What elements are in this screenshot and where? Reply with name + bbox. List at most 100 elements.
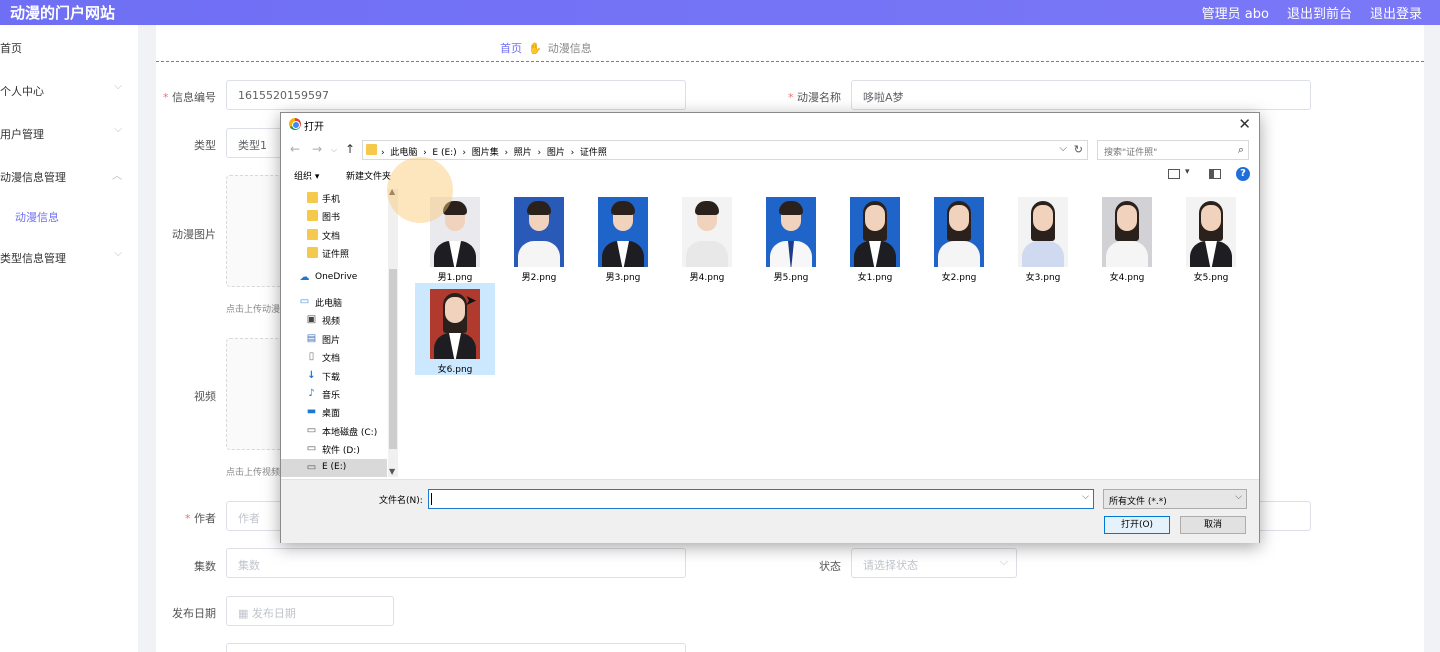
file-item[interactable]: 男3.png: [583, 191, 663, 283]
sidebar-item-anime-management[interactable]: 动漫信息管理 ︿: [0, 165, 138, 187]
episodes-input[interactable]: 集数: [226, 548, 686, 578]
hand-icon: ✋: [528, 41, 542, 55]
back-arrow-icon[interactable]: ←: [290, 142, 300, 156]
view-icon[interactable]: [1168, 169, 1180, 179]
address-bar[interactable]: › 此电脑 › E (E:) › 图片集 › 照片 › 图片 › 证件照 ⌵ ↻: [362, 140, 1088, 160]
scroll-down-icon[interactable]: ▼: [389, 467, 395, 476]
navigation-pane: 手机 图书 文档 证件照 ☁ OneDrive ▭ 此电脑 ▣ 视频 ▤ 图片: [281, 187, 399, 479]
new-folder-button[interactable]: 新建文件夹: [346, 169, 391, 182]
chrome-icon: [289, 118, 301, 130]
nav-item-this-pc[interactable]: ▭ 此电脑: [281, 293, 387, 311]
organize-menu[interactable]: 组织 ▾: [294, 169, 319, 182]
file-item[interactable]: 男4.png: [667, 191, 747, 283]
drive-icon: ▭: [306, 443, 317, 454]
file-item[interactable]: 女1.png: [835, 191, 915, 283]
logout-link[interactable]: 退出登录: [1370, 3, 1422, 22]
admin-user-link[interactable]: 管理员 abo: [1202, 3, 1269, 22]
sidebar-item-personal-center[interactable]: 个人中心 ⌵: [0, 79, 138, 101]
chevron-down-icon: ⌵: [1235, 492, 1242, 502]
open-button[interactable]: 打开(O): [1104, 516, 1170, 534]
cancel-button[interactable]: 取消: [1180, 516, 1246, 534]
search-icon: ⌕: [1237, 143, 1244, 156]
video-icon: ▣: [306, 314, 317, 325]
chevron-down-icon[interactable]: ⌵: [1059, 143, 1067, 154]
folder-icon: [307, 210, 318, 221]
file-item[interactable]: 女4.png: [1087, 191, 1167, 283]
drive-icon: ▭: [306, 462, 317, 473]
file-item[interactable]: 女3.png: [1003, 191, 1083, 283]
chevron-down-icon[interactable]: ▾: [1185, 167, 1190, 177]
sidebar-item-type-management[interactable]: 类型信息管理 ⌵: [0, 246, 138, 268]
chevron-down-icon: ⌵: [114, 81, 122, 92]
filetype-select[interactable]: 所有文件 (*.*) ⌵: [1103, 489, 1247, 509]
chevron-down-icon[interactable]: ⌵: [1082, 492, 1089, 502]
close-icon[interactable]: ✕: [1238, 115, 1251, 133]
chevron-up-icon: ︿: [112, 171, 122, 182]
cloud-icon: ☁: [299, 272, 310, 283]
info-no-label: * 信息编号: [163, 91, 216, 104]
sidebar-item-label: 个人中心: [0, 85, 44, 98]
folder-icon: [366, 144, 377, 155]
file-list: 男1.png 男2.png 男3.png 男4.png 男5.png 女1.pn…: [387, 157, 1257, 479]
nav-item-drive-e[interactable]: ▭ E (E:): [281, 459, 387, 477]
image-thumbnail: [1186, 197, 1236, 267]
sidebar-item-label: 动漫信息管理: [0, 171, 66, 184]
sidebar-item-label: 动漫信息: [15, 211, 59, 224]
music-icon: ♪: [308, 388, 315, 399]
calendar-icon: ▦: [238, 607, 252, 620]
search-input[interactable]: 搜索"证件照" ⌕: [1097, 140, 1249, 160]
file-item[interactable]: 女2.png: [919, 191, 999, 283]
help-icon[interactable]: ?: [1236, 167, 1250, 181]
address-path: › 此电脑 › E (E:) › 图片集 › 照片 › 图片 › 证件照: [381, 148, 607, 158]
image-thumbnail: [682, 197, 732, 267]
right-field-input[interactable]: [1256, 501, 1311, 531]
preview-pane-icon[interactable]: [1209, 169, 1221, 179]
anime-name-input[interactable]: 哆啦A梦: [851, 80, 1311, 110]
next-field-input[interactable]: [226, 643, 686, 652]
breadcrumb-home[interactable]: 首页: [500, 40, 522, 56]
nav-item-desktop[interactable]: ▬ 桌面: [281, 403, 387, 421]
info-no-input[interactable]: 1615520159597: [226, 80, 686, 110]
file-item[interactable]: 女5.png: [1171, 191, 1251, 283]
computer-icon: ▭: [299, 296, 310, 307]
episodes-label: 集数: [194, 560, 216, 573]
nav-item-phone[interactable]: 手机: [281, 189, 387, 207]
recent-dropdown-icon[interactable]: ⌵: [331, 145, 337, 155]
nav-item-drive-c[interactable]: ▭ 本地磁盘 (C:): [281, 422, 387, 440]
drive-icon: ▭: [306, 425, 317, 436]
up-arrow-icon[interactable]: ↑: [345, 142, 355, 156]
nav-item-music[interactable]: ♪ 音乐: [281, 385, 387, 403]
breadcrumb: 首页 ✋ 动漫信息: [500, 40, 592, 56]
file-item[interactable]: 男2.png: [499, 191, 579, 283]
dialog-title: 打开: [304, 122, 324, 133]
exit-to-front-link[interactable]: 退出到前台: [1287, 3, 1352, 22]
file-item[interactable]: 男5.png: [751, 191, 831, 283]
nav-item-pictures[interactable]: ▤ 图片: [281, 330, 387, 348]
nav-item-documents[interactable]: ▯ 文档: [281, 348, 387, 366]
sidebar-item-label: 首页: [0, 42, 22, 55]
nav-scrollbar-thumb[interactable]: [389, 269, 397, 449]
status-select[interactable]: 请选择状态 ⌵: [851, 548, 1017, 578]
nav-item-drive-d[interactable]: ▭ 软件 (D:): [281, 440, 387, 458]
nav-item-docs-folder[interactable]: 文档: [281, 226, 387, 244]
forward-arrow-icon[interactable]: →: [312, 142, 322, 156]
top-header: 动漫的门户网站 管理员 abo 退出到前台 退出登录: [0, 0, 1440, 25]
folder-icon: [307, 229, 318, 240]
sidebar-item-home[interactable]: 首页: [0, 36, 138, 58]
video-label: 视频: [194, 390, 216, 403]
dialog-titlebar: 打开 ✕: [281, 113, 1259, 137]
refresh-icon[interactable]: ↻: [1074, 143, 1083, 156]
filename-input[interactable]: ⌵: [428, 489, 1094, 509]
nav-item-downloads[interactable]: ↓ 下载: [281, 367, 387, 385]
publish-date-input[interactable]: ▦ 发布日期: [226, 596, 394, 626]
click-highlight: [387, 157, 453, 223]
nav-item-books[interactable]: 图书: [281, 207, 387, 225]
sidebar-item-anime-info[interactable]: 动漫信息: [0, 205, 138, 227]
sidebar-item-user-management[interactable]: 用户管理 ⌵: [0, 122, 138, 144]
status-placeholder: 请选择状态: [863, 559, 918, 572]
file-item-selected[interactable]: 女6.png: [415, 283, 495, 375]
nav-item-onedrive[interactable]: ☁ OneDrive: [281, 269, 387, 287]
nav-item-id-photos[interactable]: 证件照: [281, 244, 387, 262]
nav-item-videos[interactable]: ▣ 视频: [281, 311, 387, 329]
type-label: 类型: [194, 139, 216, 152]
